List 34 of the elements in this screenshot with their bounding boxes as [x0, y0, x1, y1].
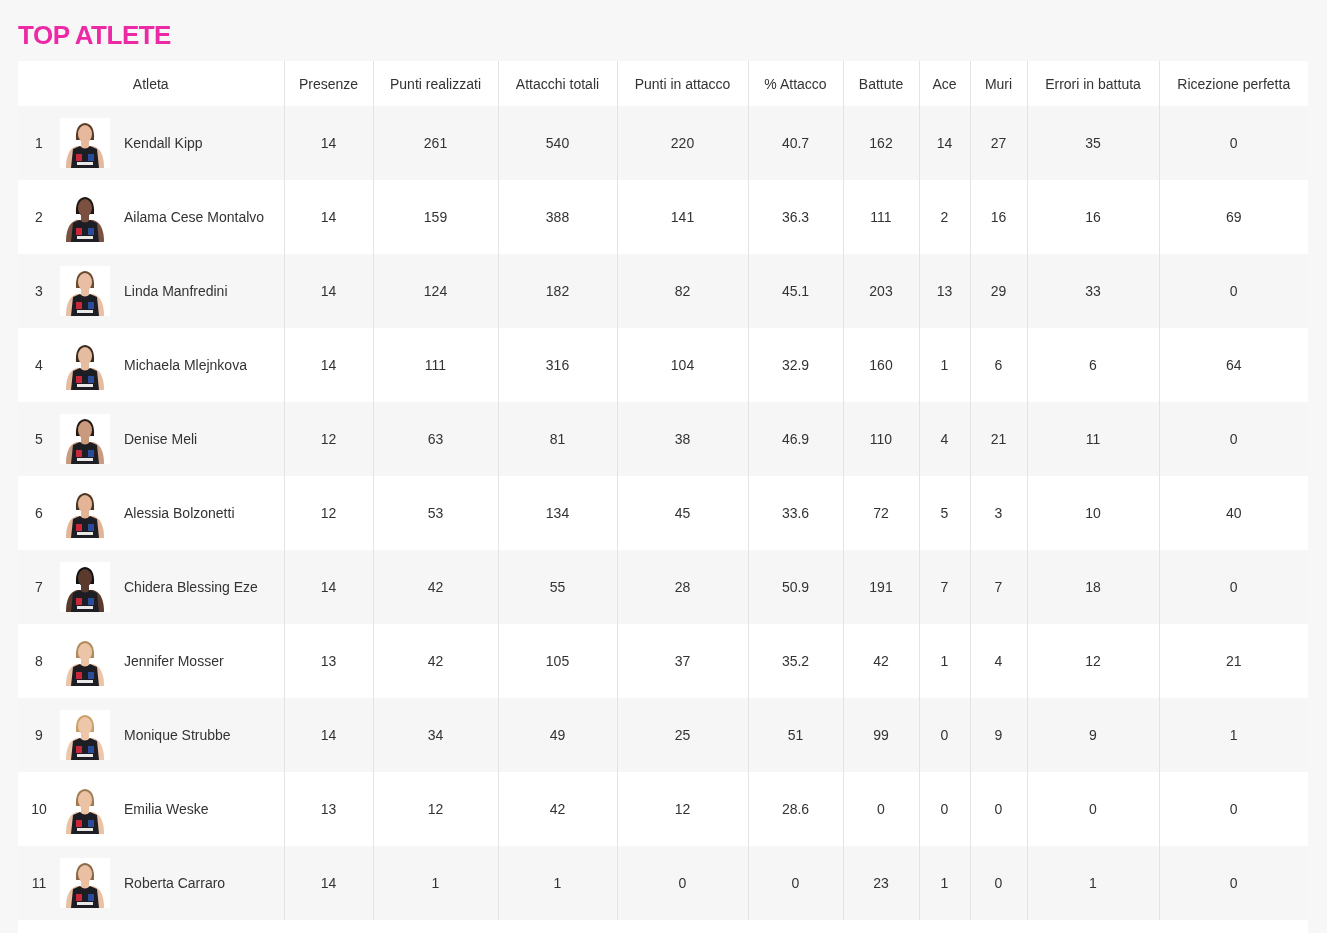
rank-number: 4 [34, 357, 44, 373]
column-header: % Attacco [748, 61, 843, 106]
rank-number: 3 [34, 283, 44, 299]
column-header: Ricezione perfetta [1159, 61, 1308, 106]
column-header: Errori in battuta [1027, 61, 1159, 106]
athlete-name: Roberta Carraro [124, 875, 226, 891]
athlete-name: Ailama Cese Montalvo [124, 209, 265, 225]
rank-number: 5 [34, 431, 44, 447]
column-header: Ace [919, 61, 970, 106]
athlete-name: Linda Manfredini [124, 283, 228, 299]
column-header: Atleta [18, 61, 284, 106]
athlete-name: Kendall Kipp [124, 135, 203, 151]
athlete-name: Denise Meli [124, 431, 198, 447]
rank-number: 11 [30, 875, 48, 891]
rank-number: 1 [34, 135, 44, 151]
athlete-name: Jennifer Mosser [124, 653, 224, 669]
column-header: Attacchi totali [498, 61, 617, 106]
athlete-name: Monique Strubbe [124, 727, 231, 743]
athlete-name: Michaela Mlejnkova [124, 357, 247, 373]
rank-number: 8 [34, 653, 44, 669]
rank-number: 7 [34, 579, 44, 595]
column-header: Punti realizzati [373, 61, 498, 106]
column-header: Presenze [284, 61, 373, 106]
athlete-name: Chidera Blessing Eze [124, 579, 258, 595]
athlete-name: Emilia Weske [124, 801, 209, 817]
athlete-name: Alessia Bolzonetti [124, 505, 235, 521]
column-header: Punti in attacco [617, 61, 748, 106]
rank-number: 9 [34, 727, 44, 743]
rank-number: 10 [30, 801, 48, 817]
rank-number: 6 [34, 505, 44, 521]
section-title: TOP ATLETE [18, 20, 172, 50]
rank-number: 2 [34, 209, 44, 225]
column-header: Battute [843, 61, 919, 106]
column-header: Muri [970, 61, 1027, 106]
